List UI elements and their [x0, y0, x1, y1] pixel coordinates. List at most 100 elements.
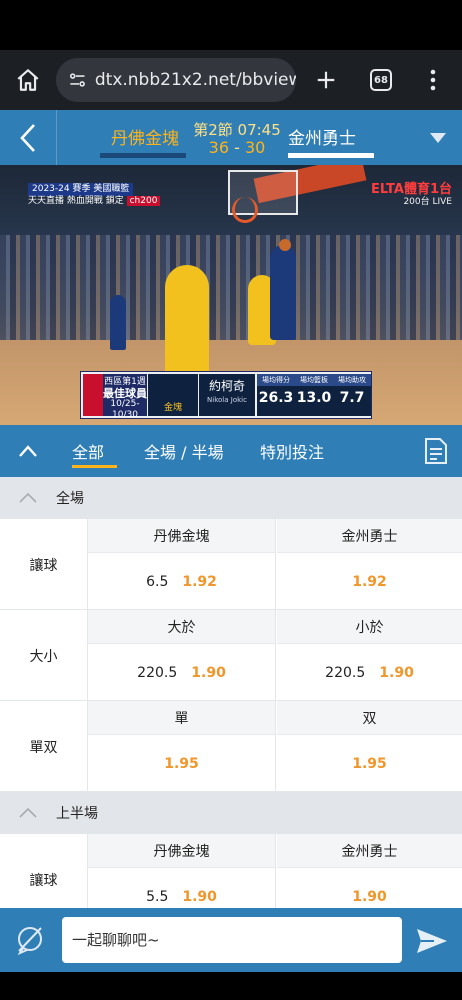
bet-tabs: 全部 全場 / 半場 特別投注 [0, 425, 462, 477]
odds-price: 1.90 [379, 664, 414, 681]
score-separator: - [229, 138, 245, 157]
player-name: 約柯奇 [208, 379, 245, 393]
player-figure [270, 245, 296, 340]
chevron-up-icon [19, 808, 37, 818]
odds-price: 1.95 [164, 755, 199, 772]
tab-all[interactable]: 全部 [72, 439, 104, 463]
bet-type-label: 大小 [0, 610, 88, 701]
team-logo: 金塊 [148, 374, 198, 416]
match-header: 丹佛金塊 第2節 07:45 36 - 30 金州勇士 [0, 110, 462, 165]
chevron-up-icon [19, 493, 37, 503]
stat-box: 場均助攻 7.7 [333, 374, 371, 416]
nba-logo-icon [83, 374, 103, 416]
bet-row-spread: 讓球 丹佛金塊 6.5 1.92 金州勇士 1.92 [0, 519, 462, 610]
more-vertical-icon [430, 69, 436, 91]
option-head: 小於 [277, 610, 462, 644]
stat-label: 場均助攻 [333, 374, 371, 386]
award-line2: 最佳球員 [103, 387, 147, 400]
tab-special[interactable]: 特別投注 [260, 439, 324, 463]
player-figure [110, 295, 126, 350]
new-tab-button[interactable] [298, 50, 354, 110]
option-head: 双 [277, 701, 462, 735]
stat-box: 場均得分 26.3 [257, 374, 295, 416]
award-box: 西區第1週 最佳球員 10/25-10/30 [103, 374, 147, 420]
odds-price: 1.90 [352, 888, 387, 905]
chat-toggle-button[interactable] [12, 922, 48, 958]
active-tab-indicator [72, 465, 117, 468]
chat-bar [0, 908, 462, 972]
site-settings-icon[interactable] [68, 70, 87, 90]
home-score: 36 [208, 138, 230, 157]
home-team-indicator [100, 153, 186, 158]
broadcaster-logo: ELTA體育1台 200台 LIVE [371, 183, 452, 209]
bet-option-under[interactable]: 小於 220.5 1.90 [277, 610, 462, 701]
header-divider [56, 110, 57, 165]
option-head: 單 [88, 701, 275, 735]
chat-off-icon [17, 927, 42, 955]
stat-value: 13.0 [296, 390, 332, 406]
stat-label: 場均得分 [257, 374, 295, 386]
status-bar [0, 0, 462, 50]
tab-full-half[interactable]: 全場 / 半場 [144, 439, 224, 463]
section-header-first-half[interactable]: 上半場 [0, 792, 462, 834]
home-button[interactable] [0, 50, 56, 110]
bet-option-home[interactable]: 丹佛金塊 6.5 1.92 [88, 519, 276, 610]
back-button[interactable] [10, 118, 46, 158]
betting-list[interactable]: 全場 讓球 丹佛金塊 6.5 1.92 金州勇士 1.92 大小 大於 220.… [0, 477, 462, 909]
send-icon [417, 929, 447, 953]
section-header-full[interactable]: 全場 [0, 477, 462, 519]
bet-option-even[interactable]: 双 1.95 [277, 701, 462, 792]
handicap-line: 5.5 [146, 888, 169, 905]
option-head: 大於 [88, 610, 275, 644]
odds-price: 1.90 [182, 888, 217, 905]
player-name-en: Nikola Jokic [207, 396, 247, 404]
total-line: 220.5 [137, 664, 178, 681]
bet-option-away[interactable]: 金州勇士 1.92 [277, 519, 462, 610]
bet-option-home[interactable]: 丹佛金塊 5.5 1.90 [88, 834, 276, 909]
tab-count: 68 [370, 69, 392, 91]
option-head: 丹佛金塊 [88, 834, 275, 868]
chat-input[interactable] [62, 917, 402, 963]
stat-value: 7.7 [339, 390, 365, 406]
stat-label: 場均籃板 [295, 374, 333, 386]
bet-option-odd[interactable]: 單 1.95 [88, 701, 276, 792]
team-short: 金塊 [163, 403, 182, 413]
bet-type-label: 讓球 [0, 834, 88, 909]
player-stat-graphic: 西區第1週 最佳球員 10/25-10/30 金塊 約柯奇 Nikola Jok… [80, 371, 372, 420]
browser-toolbar: dtx.nbb21x2.net/bbview/ 68 [0, 50, 462, 110]
address-bar[interactable]: dtx.nbb21x2.net/bbview/ [56, 58, 296, 102]
bet-slip-button[interactable] [424, 437, 448, 465]
stat-value: 26.3 [258, 390, 294, 406]
odds-price: 1.95 [352, 755, 387, 772]
odds-price: 1.92 [352, 573, 387, 590]
section-title: 全場 [56, 491, 84, 507]
odds-price: 1.90 [191, 664, 226, 681]
browser-menu-button[interactable] [408, 50, 458, 110]
option-head: 丹佛金塊 [88, 519, 275, 553]
season-line1: 2023-24 賽季 美國職籃 [28, 183, 134, 196]
tv-season-logo: 2023-24 賽季 美國職籃 天天直播 熱血開戰 鎖定 ch200 [28, 183, 161, 207]
channel-code: ch200 [126, 196, 161, 206]
home-team-name[interactable]: 丹佛金塊 [100, 124, 190, 149]
game-clock: 第2節 07:45 [193, 121, 281, 139]
away-score: 30 [244, 138, 266, 157]
season-line2: 天天直播 熱血開戰 鎖定 [28, 196, 124, 206]
broadcaster-name: ELTA體育1台 [371, 182, 452, 197]
match-dropdown-button[interactable] [424, 128, 452, 148]
send-button[interactable] [414, 926, 450, 956]
bet-option-over[interactable]: 大於 220.5 1.90 [88, 610, 276, 701]
tab-switcher-button[interactable]: 68 [354, 50, 408, 110]
caret-down-icon [430, 133, 446, 143]
scoreboard: 36 - 30 [192, 138, 282, 157]
plus-icon [317, 71, 335, 89]
option-head: 金州勇士 [277, 519, 462, 553]
collapse-video-button[interactable] [14, 439, 42, 463]
live-video-player[interactable]: 2023-24 賽季 美國職籃 天天直播 熱血開戰 鎖定 ch200 ELTA體… [0, 165, 462, 425]
url-text: dtx.nbb21x2.net/bbview/ [94, 70, 296, 90]
bet-type-label: 讓球 [0, 519, 88, 610]
bet-option-away[interactable]: 金州勇士 1.90 [277, 834, 462, 909]
award-line3: 10/25-10/30 [110, 399, 140, 420]
basketball [279, 239, 291, 251]
bet-row-odd-even: 單双 單 1.95 双 1.95 [0, 701, 462, 792]
away-team-name[interactable]: 金州勇士 [288, 124, 378, 149]
